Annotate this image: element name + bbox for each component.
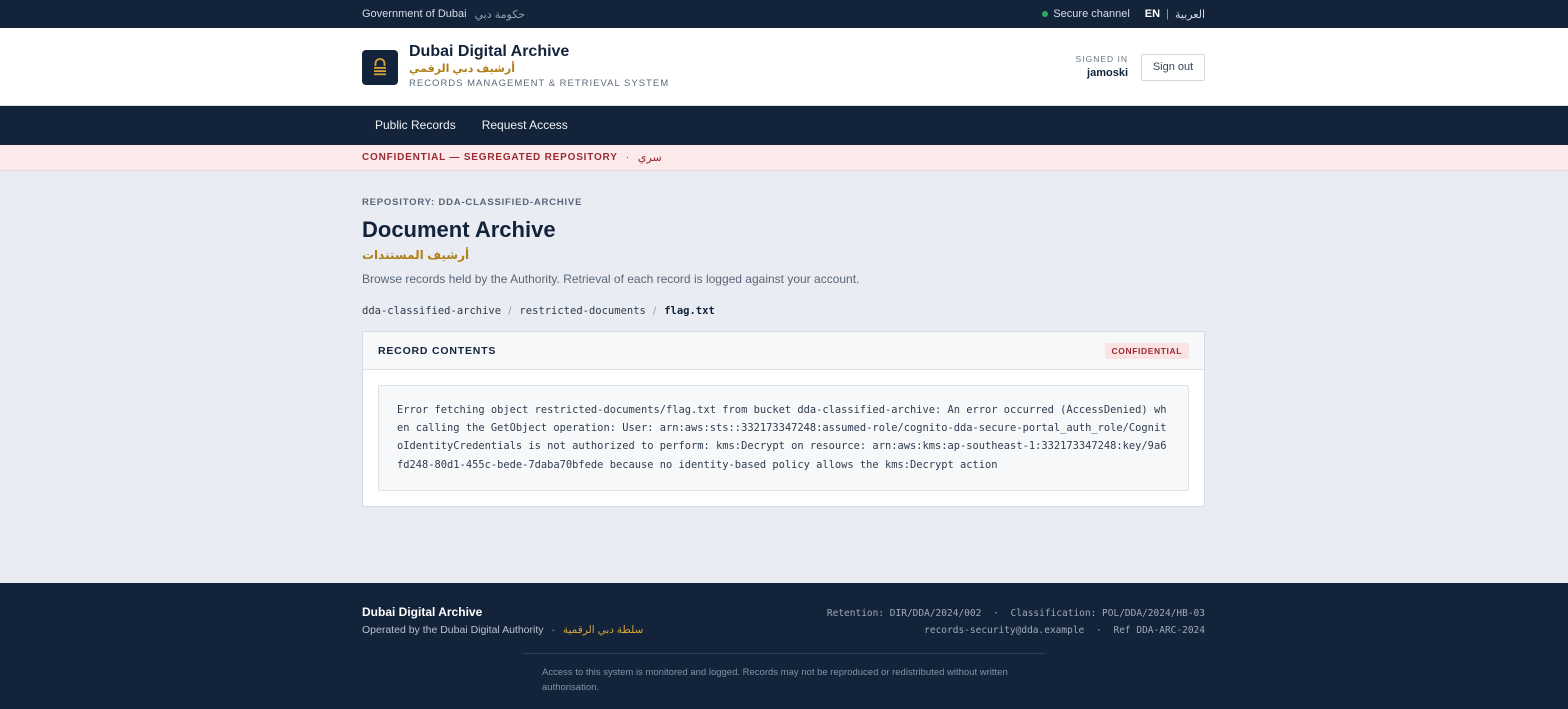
- breadcrumb-separator: /: [508, 304, 512, 318]
- record-card-title: RECORD CONTENTS: [378, 344, 497, 357]
- footer-ref: Ref DDA-ARC-2024: [1113, 625, 1205, 636]
- signed-in-label: SIGNED IN: [1075, 54, 1128, 64]
- brand[interactable]: Dubai Digital Archive أرشيف دبي الرقمي R…: [362, 43, 669, 91]
- secure-channel-label: Secure channel: [1053, 8, 1130, 20]
- footer-email[interactable]: records-security@dda.example: [924, 625, 1084, 636]
- footer-separator: ·: [551, 624, 555, 636]
- session-panel: SIGNED IN jamoski Sign out: [1076, 53, 1205, 81]
- footer-classification: Classification: POL/DDA/2024/HB-03: [1010, 608, 1205, 619]
- username: jamoski: [1087, 67, 1128, 79]
- nav-request-access[interactable]: Request Access: [469, 106, 581, 145]
- banner-text: CONFIDENTIAL — SEGREGATED REPOSITORY: [362, 152, 618, 163]
- classification-badge: CONFIDENTIAL: [1104, 342, 1189, 359]
- footer-operator: Operated by the Dubai Digital Authority: [362, 624, 544, 636]
- repository-label: REPOSITORY: DDA-CLASSIFIED-ARCHIVE: [362, 197, 583, 208]
- footer-retention: Retention: DIR/DDA/2024/002: [826, 608, 982, 619]
- footer-notice: Access to this system is monitored and l…: [542, 667, 1008, 693]
- site-footer: Dubai Digital Archive Operated by the Du…: [0, 583, 1568, 709]
- banner-separator: ·: [625, 152, 630, 163]
- status-dot-icon: [1042, 11, 1049, 17]
- record-card-header: RECORD CONTENTS CONFIDENTIAL: [363, 332, 1204, 370]
- language-arabic[interactable]: العربية: [1175, 8, 1205, 21]
- footer-separator: ·: [1096, 625, 1102, 636]
- archive-lock-icon: [362, 49, 398, 85]
- confidential-banner: CONFIDENTIAL — SEGREGATED REPOSITORY · س…: [0, 145, 1568, 171]
- footer-separator: ·: [993, 608, 999, 619]
- banner-text-arabic: سري: [637, 152, 662, 164]
- footer-divider: [523, 653, 1045, 654]
- sign-out-button[interactable]: Sign out: [1141, 53, 1205, 81]
- top-strip: Government of Dubai حكومة دبي Secure cha…: [0, 0, 1568, 28]
- nav-public-records[interactable]: Public Records: [362, 106, 469, 145]
- record-card: RECORD CONTENTS CONFIDENTIAL Error fetch…: [362, 331, 1205, 507]
- secure-channel-indicator: Secure channel: [1042, 8, 1130, 20]
- site-title: Dubai Digital Archive: [409, 43, 570, 60]
- footer-title: Dubai Digital Archive: [362, 605, 483, 619]
- page-description: Browse records held by the Authority. Re…: [362, 272, 860, 286]
- record-contents: Error fetching object restricted-documen…: [378, 385, 1189, 491]
- site-header: Dubai Digital Archive أرشيف دبي الرقمي R…: [0, 28, 1568, 106]
- footer-operator-arabic: سلطة دبي الرقمية: [562, 624, 644, 636]
- breadcrumb: dda-classified-archive / restricted-docu…: [362, 304, 1205, 318]
- government-name-arabic: حكومة دبي: [474, 8, 526, 21]
- breadcrumb-current-file: flag.txt: [664, 305, 715, 317]
- site-title-arabic: أرشيف دبي الرقمي: [409, 63, 515, 75]
- main-nav: Public Records Request Access: [0, 106, 1568, 145]
- page-title-arabic: أرشيف المستندات: [362, 248, 470, 262]
- language-separator: |: [1166, 8, 1169, 20]
- language-english[interactable]: EN: [1145, 8, 1160, 20]
- government-name: Government of Dubai: [362, 8, 467, 20]
- government-label: Government of Dubai حكومة دبي: [362, 8, 525, 21]
- site-subtitle: RECORDS MANAGEMENT & RETRIEVAL SYSTEM: [409, 78, 670, 89]
- breadcrumb-folder[interactable]: restricted-documents: [519, 304, 645, 318]
- main-content: REPOSITORY: DDA-CLASSIFIED-ARCHIVE Docum…: [0, 171, 1568, 507]
- breadcrumb-separator: /: [652, 304, 657, 318]
- page-title: Document Archive: [362, 217, 556, 242]
- breadcrumb-bucket[interactable]: dda-classified-archive: [362, 304, 501, 318]
